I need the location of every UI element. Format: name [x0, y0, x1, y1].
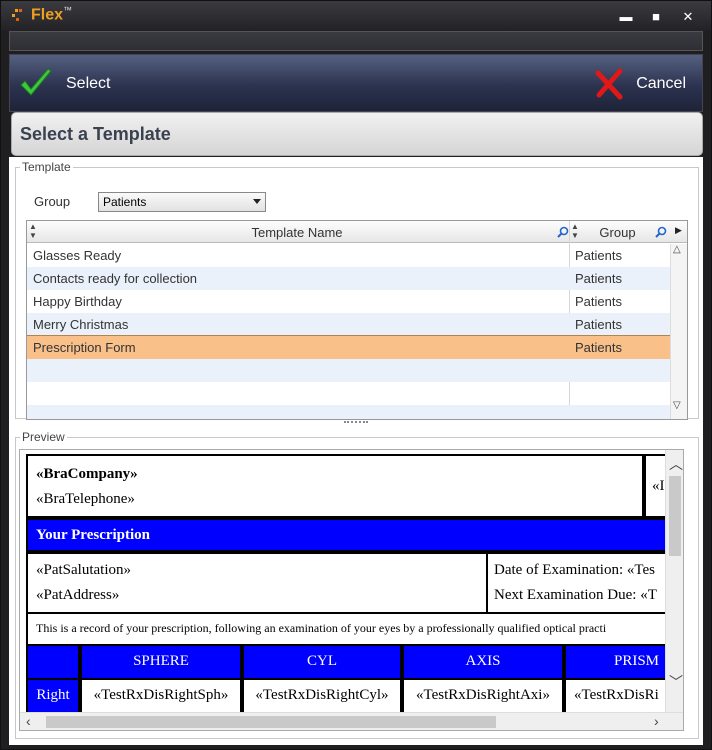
template-group: Template Group Patients ▲ ▼ Template Name…: [15, 160, 699, 420]
minimize-button[interactable]: ▬: [617, 9, 635, 25]
scroll-left-icon[interactable]: ‹: [26, 713, 31, 729]
column-header-group[interactable]: Group: [570, 221, 665, 243]
checkmark-icon: [20, 68, 52, 96]
preview-document[interactable]: «BraCompany» «BraTelephone» «I Your Pres…: [19, 449, 684, 731]
preview-legend: Preview: [20, 430, 67, 444]
template-name-cell: Prescription Form: [33, 340, 136, 355]
group-label: Group: [34, 194, 71, 209]
column-chooser-arrow-icon[interactable]: ▶: [675, 225, 682, 236]
title-bar[interactable]: Flex™ ▬ ■ ✕: [1, 1, 711, 31]
table-row[interactable]: Contacts ready for collection Patients: [27, 267, 670, 290]
template-name-cell: Happy Birthday: [33, 294, 122, 309]
next-exam-field: Next Examination Due: «T: [494, 587, 657, 603]
preview-horizontal-scrollbar[interactable]: ‹ ›: [20, 712, 683, 730]
select-button[interactable]: Select: [18, 65, 110, 103]
menu-strip: [9, 31, 703, 51]
prism-header: PRISM: [564, 644, 674, 680]
exam-box: Date of Examination: «Tes Next Examinati…: [486, 552, 674, 614]
axis-header: AXIS: [402, 644, 564, 680]
company-field: «BraCompany»: [36, 466, 138, 482]
empty-row: [27, 382, 670, 405]
cancel-label: Cancel: [636, 75, 686, 92]
right-prism-value: «TestRxDisRi: [564, 678, 674, 714]
main-content: Template Group Patients ▲ ▼ Template Name…: [9, 157, 703, 745]
search-icon[interactable]: [557, 226, 569, 238]
template-name-cell: Merry Christmas: [33, 317, 129, 332]
group-dropdown-value: Patients: [103, 195, 147, 209]
scroll-thumb[interactable]: [669, 476, 681, 556]
scroll-down-icon[interactable]: ﹀: [669, 672, 683, 692]
record-text: This is a record of your prescription, f…: [36, 621, 607, 635]
chevron-down-icon: [253, 199, 261, 204]
column-header-template-name[interactable]: Template Name: [27, 221, 567, 243]
cancel-button[interactable]: Cancel: [594, 65, 686, 103]
template-legend: Template: [20, 160, 73, 174]
scroll-up-icon[interactable]: △: [673, 244, 681, 255]
right-eye-label: Right: [26, 678, 80, 714]
scroll-up-icon[interactable]: ︿: [669, 454, 683, 474]
empty-row: [27, 359, 670, 382]
template-group-cell: Patients: [575, 271, 622, 286]
scroll-right-icon[interactable]: ›: [654, 713, 659, 729]
cross-icon: [595, 68, 623, 100]
app-window: Flex™ ▬ ■ ✕ Select Cancel Select a Templ…: [0, 0, 712, 750]
toolbar: Select Cancel: [9, 54, 703, 112]
table-row[interactable]: Happy Birthday Patients: [27, 290, 670, 313]
page-title: Select a Template: [20, 124, 171, 144]
empty-row: [27, 405, 670, 419]
flex-logo-icon: [12, 9, 22, 21]
patient-box: «PatSalutation» «PatAddress»: [26, 552, 488, 614]
search-icon[interactable]: [655, 226, 667, 238]
table-corner-cell: [26, 644, 80, 680]
app-title: Flex™: [31, 5, 73, 24]
logo-field: «I: [652, 478, 665, 494]
prescription-title: Your Prescription: [36, 527, 151, 543]
preview-vertical-scrollbar[interactable]: ︿ ﹀: [665, 450, 683, 714]
right-cyl-value: «TestRxDisRightCyl»: [242, 678, 402, 714]
table-row[interactable]: Merry Christmas Patients: [27, 313, 670, 336]
template-group-cell: Patients: [575, 248, 622, 263]
maximize-button[interactable]: ■: [647, 9, 665, 25]
template-group-cell: Patients: [575, 294, 622, 309]
exam-date-field: Date of Examination: «Tes: [494, 562, 655, 578]
salutation-field: «PatSalutation»: [36, 562, 131, 578]
template-group-cell: Patients: [575, 340, 622, 355]
splitter-handle[interactable]: [344, 421, 368, 427]
template-name-cell: Glasses Ready: [33, 248, 122, 263]
template-grid: ▲▼ Template Name ▲▼ Group ▶ Glasses Re: [26, 220, 688, 420]
address-field: «PatAddress»: [36, 587, 120, 603]
select-label: Select: [66, 75, 111, 92]
scroll-down-icon[interactable]: ▽: [673, 400, 681, 411]
telephone-field: «BraTelephone»: [36, 491, 135, 507]
group-dropdown[interactable]: Patients: [98, 192, 266, 212]
prescription-band: Your Prescription: [26, 518, 674, 552]
scroll-thumb[interactable]: [46, 716, 496, 728]
close-window-button[interactable]: ✕: [679, 9, 697, 25]
record-box: This is a record of your prescription, f…: [26, 612, 674, 646]
table-row[interactable]: Glasses Ready Patients: [27, 244, 670, 267]
cyl-header: CYL: [242, 644, 402, 680]
grid-scrollbar[interactable]: △ ▽: [670, 244, 687, 419]
right-axis-value: «TestRxDisRightAxi»: [402, 678, 564, 714]
panel-header: Select a Template: [11, 112, 703, 156]
sphere-header: SPHERE: [80, 644, 242, 680]
company-box: «BraCompany» «BraTelephone»: [26, 454, 644, 518]
table-row[interactable]: Prescription Form Patients: [27, 335, 671, 360]
template-group-cell: Patients: [575, 317, 622, 332]
right-sph-value: «TestRxDisRightSph»: [80, 678, 242, 714]
grid-header: ▲ ▼ Template Name ▲ ▼ Group ▶: [27, 221, 687, 243]
grid-body: Glasses Ready Patients Contacts ready for …: [27, 244, 671, 419]
template-name-cell: Contacts ready for collection: [33, 271, 198, 286]
